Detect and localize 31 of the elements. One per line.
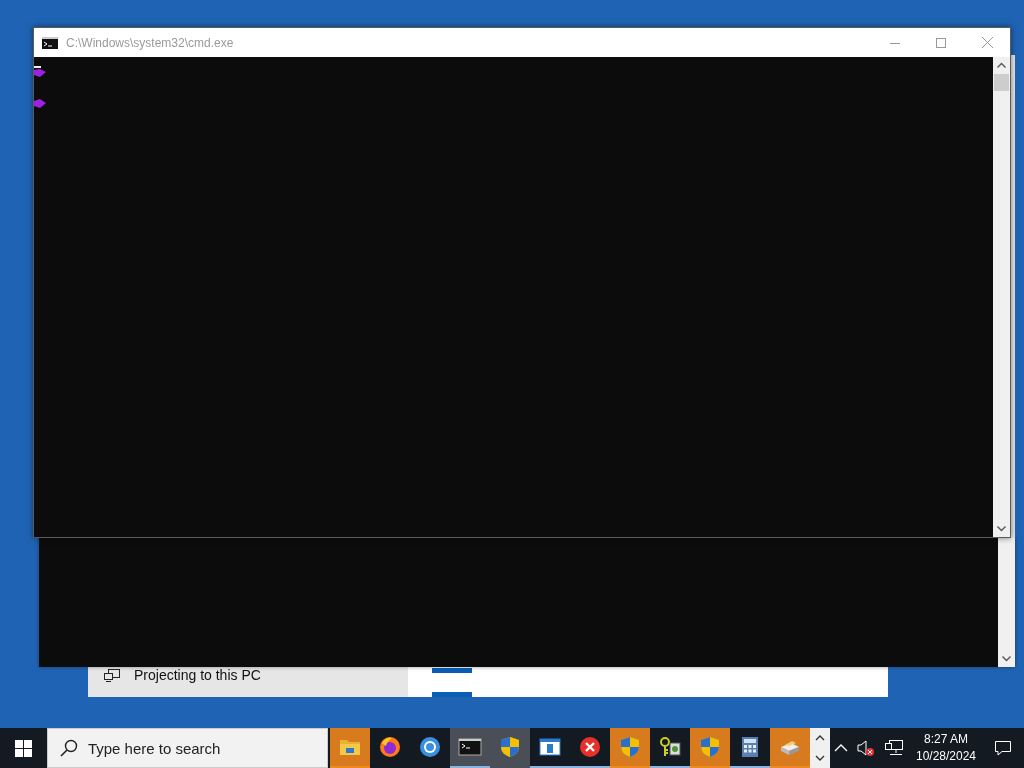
close-icon (981, 37, 993, 48)
taskbar-app[interactable] (450, 728, 491, 768)
keys-icon (658, 735, 683, 759)
chevron-up-icon (815, 735, 826, 741)
taskbar-app[interactable] (690, 728, 731, 768)
terminal-icon (42, 36, 58, 49)
sidebar-item[interactable]: Projecting to this PC (134, 667, 261, 683)
search-field[interactable]: Type here to search (46, 728, 329, 768)
clock[interactable]: 8:27 AM 10/28/2024 (907, 731, 984, 765)
window-title: C:\Windows\system32\cmd.exe (66, 35, 235, 50)
error-icon (578, 735, 603, 759)
projector-icon (104, 668, 120, 682)
scrollbar[interactable] (993, 57, 1010, 537)
chevron-down-icon (815, 755, 826, 761)
accent-bar (432, 668, 472, 673)
search-icon (59, 739, 78, 757)
maximize-icon (936, 37, 946, 48)
scrollbar[interactable] (998, 538, 1015, 667)
window-icon (538, 735, 563, 759)
windows-logo-icon (14, 739, 32, 757)
cursor-mark (34, 66, 46, 78)
caret-up-icon (833, 744, 848, 752)
accent-bar (432, 692, 472, 697)
terminal-icon (458, 735, 483, 759)
fox-icon (378, 735, 403, 759)
scroll-thumb[interactable] (994, 74, 1009, 91)
ring-icon (418, 735, 443, 759)
taskbar-app[interactable] (490, 728, 531, 768)
taskbar-app[interactable] (610, 728, 651, 768)
cursor-mark (34, 98, 46, 110)
taskbar-app[interactable] (330, 728, 371, 768)
